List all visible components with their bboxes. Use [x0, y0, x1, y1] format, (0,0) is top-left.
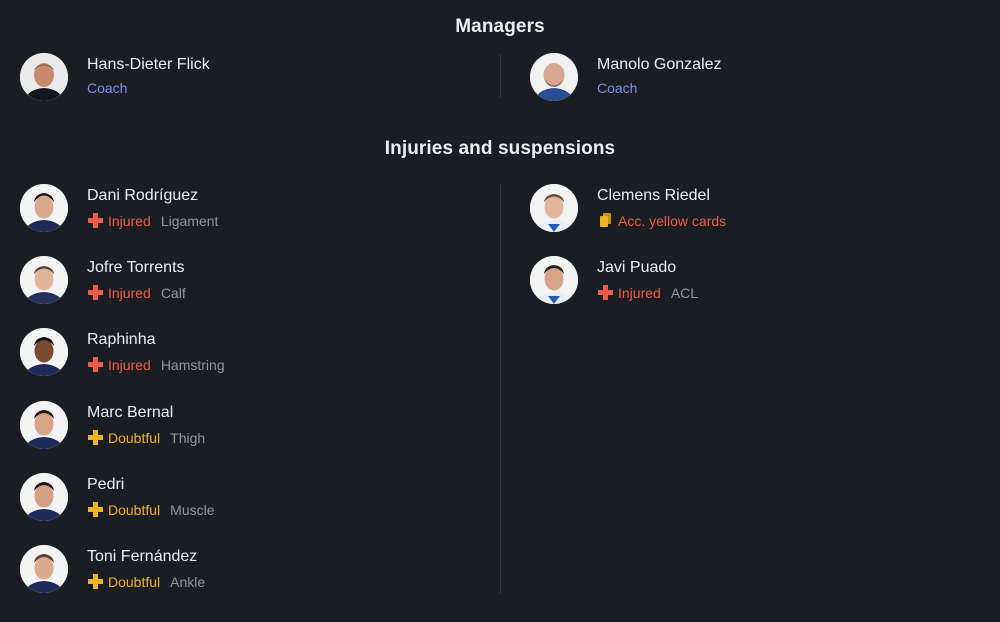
manager-role: Coach: [87, 80, 128, 96]
injury-reason: Muscle: [170, 501, 215, 518]
manager-name: Manolo Gonzalez: [597, 56, 722, 73]
player-name: Pedri: [87, 476, 125, 493]
injury-reason: Calf: [160, 284, 186, 301]
player-card-raphinha[interactable]: Raphinha Injured Hamstring: [20, 328, 440, 378]
avatar: [20, 401, 68, 449]
red-cross-icon: [87, 212, 104, 229]
status-text: Acc. yellow cards: [618, 212, 727, 229]
avatar: [20, 256, 68, 304]
avatar: [20, 328, 68, 376]
injury-reason: Ligament: [160, 212, 219, 229]
player-name: Clemens Riedel: [597, 187, 710, 204]
yellow-cross-icon: [87, 429, 104, 446]
avatar: [530, 184, 578, 232]
manager-card-gonzalez[interactable]: Manolo Gonzalez Coach: [530, 53, 950, 103]
manager-card-flick[interactable]: Hans-Dieter Flick Coach: [20, 53, 440, 103]
injuries-divider: [500, 184, 501, 594]
manager-role: Coach: [597, 80, 638, 96]
player-status: Doubtful Muscle: [87, 501, 215, 518]
status-text: Injured: [108, 212, 151, 229]
player-name: Toni Fernández: [87, 548, 198, 565]
injury-reason: ACL: [670, 284, 699, 301]
player-card-clemens-riedel[interactable]: Clemens Riedel Acc. yellow cards: [530, 184, 950, 234]
player-status: Injured Hamstring: [87, 356, 225, 373]
yellow-cards-icon: [597, 212, 614, 229]
player-name: Dani Rodríguez: [87, 187, 199, 204]
avatar: [530, 256, 578, 304]
player-status: Acc. yellow cards: [597, 212, 736, 229]
avatar: [20, 473, 68, 521]
player-status: Doubtful Ankle: [87, 573, 205, 590]
managers-title: Managers: [455, 16, 545, 37]
red-cross-icon: [87, 284, 104, 301]
player-status: Injured Ligament: [87, 212, 218, 229]
managers-divider: [500, 54, 501, 98]
player-name: Javi Puado: [597, 259, 677, 276]
status-text: Injured: [108, 284, 151, 301]
status-text: Injured: [618, 284, 661, 301]
injury-reason: Thigh: [170, 429, 206, 446]
red-cross-icon: [597, 284, 614, 301]
status-text: Doubtful: [108, 573, 161, 590]
status-text: Doubtful: [108, 501, 161, 518]
player-status: Injured Calf: [87, 284, 186, 301]
manager-name: Hans-Dieter Flick: [87, 56, 210, 73]
player-status: Doubtful Thigh: [87, 429, 205, 446]
status-text: Injured: [108, 356, 151, 373]
avatar: [530, 53, 578, 101]
player-card-jofre-torrents[interactable]: Jofre Torrents Injured Calf: [20, 256, 440, 306]
injury-reason: Hamstring: [160, 356, 225, 373]
avatar: [20, 545, 68, 593]
injuries-title: Injuries and suspensions: [384, 138, 616, 159]
player-card-javi-puado[interactable]: Javi Puado Injured ACL: [530, 256, 950, 306]
player-card-pedri[interactable]: Pedri Doubtful Muscle: [20, 473, 440, 523]
status-text: Doubtful: [108, 429, 161, 446]
avatar: [20, 184, 68, 232]
player-card-toni-fernandez[interactable]: Toni Fernández Doubtful Ankle: [20, 545, 440, 595]
player-status: Injured ACL: [597, 284, 698, 301]
player-name: Raphinha: [87, 331, 156, 348]
yellow-cross-icon: [87, 573, 104, 590]
yellow-cross-icon: [87, 501, 104, 518]
player-card-marc-bernal[interactable]: Marc Bernal Doubtful Thigh: [20, 401, 440, 451]
avatar: [20, 53, 68, 101]
player-card-dani-rodriguez[interactable]: Dani Rodríguez Injured Ligament: [20, 184, 440, 234]
red-cross-icon: [87, 356, 104, 373]
player-name: Jofre Torrents: [87, 259, 185, 276]
injury-reason: Ankle: [170, 573, 206, 590]
player-name: Marc Bernal: [87, 404, 174, 421]
